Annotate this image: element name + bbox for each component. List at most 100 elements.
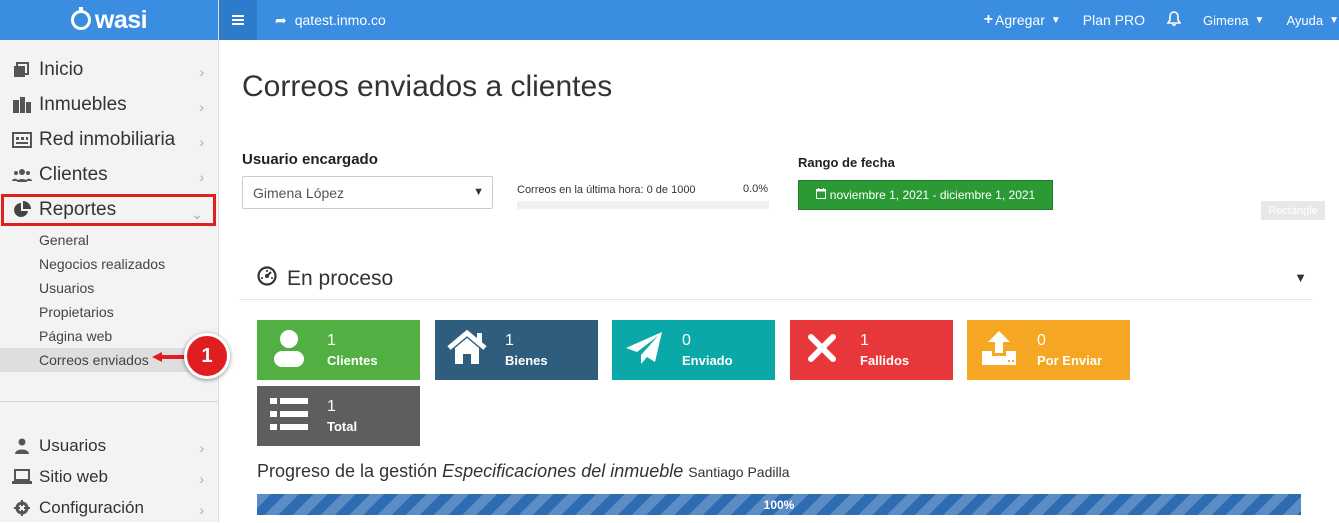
sidebar-item-inmuebles[interactable]: Inmuebles › [0, 87, 218, 122]
sidebar-item-label: Inicio [39, 58, 84, 80]
share-arrow-icon: ➦ [275, 11, 287, 28]
progress-suffix: Santiago Padilla [688, 464, 790, 480]
progress-label: 100% [763, 497, 795, 512]
logo-icon [70, 7, 91, 30]
section-header-en-proceso[interactable]: En proceso ▼ [239, 258, 1313, 300]
tile-bienes[interactable]: 1 Bienes [435, 320, 598, 380]
chevron-right-icon: › [199, 99, 204, 115]
hour-progress-bar [517, 201, 769, 209]
sidebar-item-label: Inmuebles [39, 93, 127, 115]
sidebar-item-clientes[interactable]: Clientes › [0, 157, 218, 192]
help-menu[interactable]: Ayuda ▼ [1286, 13, 1339, 28]
top-bar: ➦ qatest.inmo.co + Agregar ▼ Plan PRO Gi… [219, 0, 1339, 40]
chevron-down-icon: ⌄ [191, 206, 203, 222]
tile-por-enviar[interactable]: 0 Por Enviar [967, 320, 1130, 380]
section-title: En proceso [287, 266, 394, 290]
tile-fallidos[interactable]: 1 Fallidos [790, 320, 953, 380]
network-icon [11, 131, 33, 148]
help-label: Ayuda [1286, 12, 1324, 28]
sidebar-item-red-inmobiliaria[interactable]: Red inmobiliaria › [0, 122, 218, 157]
list-icon [269, 394, 309, 434]
chevron-down-icon: ▼ [473, 186, 484, 198]
chevron-right-icon: › [199, 471, 204, 487]
x-icon [802, 328, 842, 368]
tile-value: 1 [505, 332, 514, 349]
notifications-button[interactable] [1166, 11, 1182, 29]
tile-label: Por Enviar [1037, 353, 1103, 368]
sidebar-item-label: Clientes [39, 163, 108, 185]
sidebar-item-label: Red inmobiliaria [39, 128, 176, 150]
progress-prefix: Progreso de la gestión [257, 461, 438, 481]
subnav-item-negocios[interactable]: Negocios realizados [39, 252, 218, 276]
main-nav: Inicio › Inmuebles › Red inmobiliaria › … [0, 40, 218, 226]
subnav-item-usuarios[interactable]: Usuarios [39, 276, 218, 300]
hamburger-icon [232, 19, 244, 21]
sidebar-item-usuarios[interactable]: Usuarios › [0, 430, 218, 461]
laptop-icon [11, 468, 33, 485]
sidebar: wasi Inicio › Inmuebles › Red inmobiliar… [0, 0, 219, 522]
calendar-icon [815, 188, 826, 202]
sidebar-item-label: Sitio web [39, 466, 108, 486]
chevron-right-icon: › [199, 169, 204, 185]
tile-value: 0 [682, 332, 691, 349]
user-filter-label: Usuario encargado [242, 151, 378, 168]
tile-value: 1 [860, 332, 869, 349]
user-icon [11, 438, 33, 454]
plus-icon: + [983, 11, 994, 28]
sidebar-item-reportes[interactable]: Reportes ⌄ [1, 194, 216, 226]
management-progress-bar: 100% [257, 494, 1301, 515]
user-menu[interactable]: Gimena ▼ [1203, 13, 1264, 28]
sidebar-item-configuracion[interactable]: Configuración › [0, 492, 218, 523]
bottom-nav: Usuarios › Sitio web › Configuración › [0, 430, 218, 523]
pie-chart-icon [11, 201, 33, 219]
chevron-right-icon: › [199, 134, 204, 150]
user-label: Gimena [1203, 12, 1249, 28]
date-range-value: noviembre 1, 2021 - diciembre 1, 2021 [829, 188, 1036, 202]
sidebar-divider [0, 401, 218, 402]
menu-toggle-button[interactable] [219, 0, 257, 40]
sidebar-item-sitio-web[interactable]: Sitio web › [0, 461, 218, 492]
logo[interactable]: wasi [0, 0, 218, 40]
gear-icon [11, 499, 33, 516]
main-content: Correos enviados a clientes Usuario enca… [219, 40, 1339, 522]
progress-title: Progreso de la gestión Especificaciones … [257, 461, 789, 482]
chevron-right-icon: › [199, 440, 204, 456]
tile-clientes[interactable]: 1 Clientes [257, 320, 420, 380]
tile-value: 1 [327, 398, 336, 415]
sidebar-item-inicio[interactable]: Inicio › [0, 52, 218, 87]
tile-value: 0 [1037, 332, 1046, 349]
subnav-item-general[interactable]: General [39, 228, 218, 252]
plan-link[interactable]: Plan PRO [1083, 12, 1145, 28]
chevron-down-icon: ▼ [1329, 14, 1339, 26]
users-icon [11, 167, 33, 183]
user-icon [269, 328, 309, 368]
progress-italic: Especificaciones del inmueble [442, 461, 684, 481]
add-menu[interactable]: + Agregar ▼ [984, 11, 1061, 29]
site-link[interactable]: ➦ qatest.inmo.co [275, 12, 386, 29]
tile-label: Fallidos [860, 353, 910, 368]
date-range-button[interactable]: noviembre 1, 2021 - diciembre 1, 2021 [798, 180, 1053, 210]
tile-value: 1 [327, 332, 336, 349]
bell-icon [1166, 11, 1182, 29]
home-icon [11, 61, 33, 78]
building-icon [11, 96, 33, 113]
sidebar-item-label: Usuarios [39, 435, 107, 455]
tile-enviado[interactable]: 0 Enviado [612, 320, 775, 380]
chevron-right-icon: › [199, 502, 204, 518]
subnav-item-propietarios[interactable]: Propietarios [39, 300, 218, 324]
tile-label: Clientes [327, 353, 378, 368]
dashboard-gauge-icon [257, 266, 277, 291]
rectangle-button[interactable]: Rectangle [1261, 201, 1325, 220]
date-range-label: Rango de fecha [798, 155, 895, 170]
user-select-value: Gimena López [253, 184, 345, 201]
tile-total[interactable]: 1 Total [257, 386, 420, 446]
house-icon [447, 328, 487, 368]
user-select[interactable]: Gimena López ▼ [242, 176, 493, 209]
sidebar-item-label: Reportes [39, 199, 117, 220]
chevron-down-icon: ▼ [1050, 14, 1061, 26]
chevron-down-icon: ▼ [1254, 14, 1265, 26]
sidebar-item-label: Configuración [39, 497, 144, 517]
site-url: qatest.inmo.co [294, 12, 386, 28]
plan-label: Plan PRO [1082, 12, 1146, 28]
paper-plane-icon [624, 328, 664, 368]
